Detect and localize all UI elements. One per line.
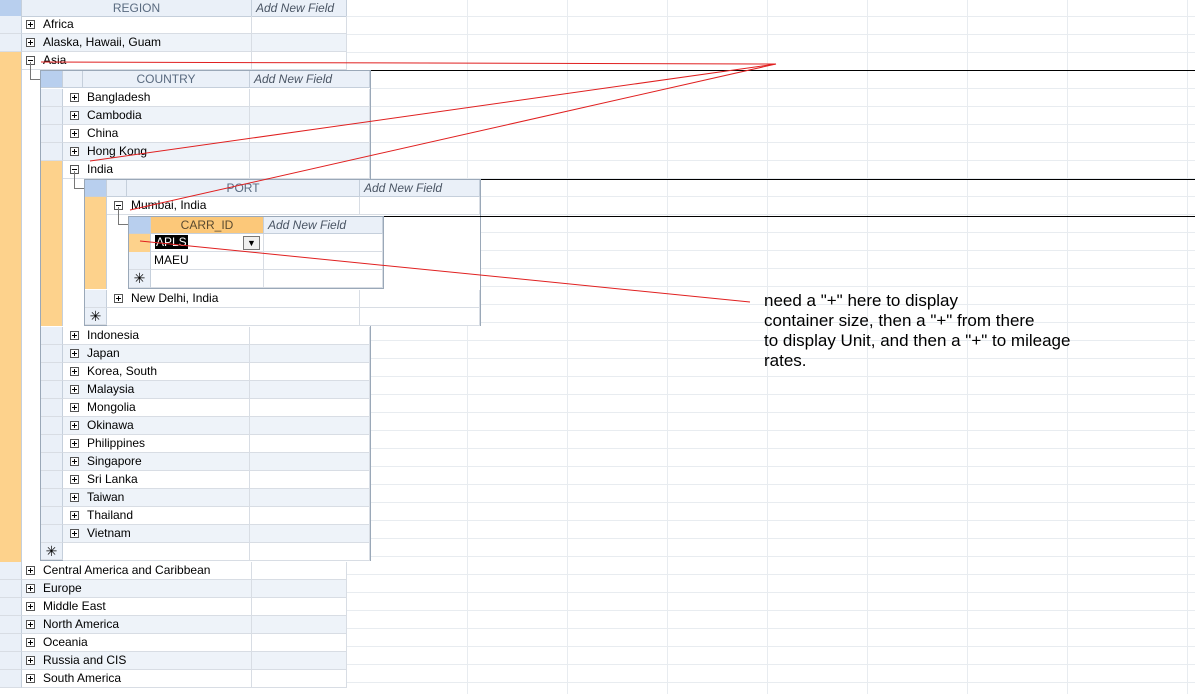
- note-line: need a "+" here to display: [764, 291, 959, 310]
- note-line: rates.: [764, 351, 807, 370]
- annotation-line: [89, 63, 777, 162]
- annotation-line: [129, 63, 777, 211]
- annotation-line: [40, 61, 777, 65]
- note-line: container size, then a "+" from there: [764, 311, 1035, 330]
- annotation-line: [139, 240, 751, 303]
- annotation-note: need a "+" here to display container siz…: [764, 291, 1070, 371]
- note-line: to display Unit, and then a "+" to milea…: [764, 331, 1071, 350]
